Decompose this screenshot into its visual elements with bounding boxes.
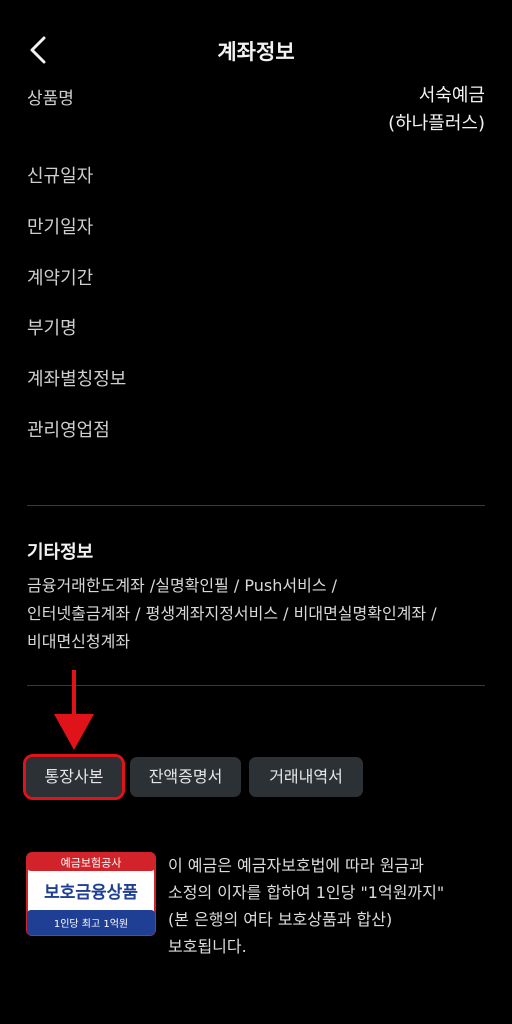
badge-bottom-text: 1인당 최고 1억원	[54, 918, 128, 930]
maturity-date-label: 만기일자	[27, 217, 94, 238]
balance-certificate-button[interactable]: 잔액증명서	[130, 757, 241, 797]
managing-branch-label: 관리영업점	[27, 420, 110, 441]
badge-top-text: 예금보험공사	[61, 857, 122, 870]
deposit-protection-badge: 예금보험공사 보호금융상품 1인당 최고 1억원	[26, 852, 156, 936]
product-name-label: 상품명	[27, 89, 74, 109]
product-name-value: 서숙예금 (하나플러스)	[285, 82, 485, 138]
protection-line: 소정의 이자를 합하여 1인당 "1억원까지"	[168, 883, 445, 902]
account-nickname-label: 계좌별칭정보	[27, 369, 127, 390]
passbook-copy-button[interactable]: 통장사본	[23, 754, 125, 800]
divider	[27, 505, 485, 506]
page-title: 계좌정보	[217, 40, 295, 64]
etc-info-line: 금융거래한도계좌 /실명확인필 / Push서비스 /	[27, 576, 338, 595]
product-name-line1: 서숙예금	[418, 85, 485, 106]
product-name-line2: (하나플러스)	[388, 113, 485, 134]
memo-name-label: 부기명	[27, 318, 77, 339]
etc-info-line: 인터넷출금계좌 / 평생계좌지정서비스 / 비대면실명확인계좌 /	[27, 604, 437, 623]
etc-info-text: 금융거래한도계좌 /실명확인필 / Push서비스 / 인터넷출금계좌 / 평생…	[27, 572, 497, 656]
protection-line: (본 은행의 여타 보호상품과 합산)	[168, 910, 393, 929]
etc-info-title: 기타정보	[27, 542, 94, 563]
transaction-history-button[interactable]: 거래내역서	[249, 757, 363, 797]
etc-info-line: 비대면신청계좌	[27, 632, 131, 651]
contract-period-label: 계약기간	[27, 268, 94, 289]
deposit-protection-notice: 이 예금은 예금자보호법에 따라 원금과 소정의 이자를 합하여 1인당 "1억…	[168, 852, 498, 960]
open-date-label: 신규일자	[27, 166, 94, 187]
arrow-down-icon	[54, 670, 94, 750]
protection-line: 보호됩니다.	[168, 937, 247, 956]
badge-main-text: 보호금융상품	[44, 883, 138, 903]
protection-line: 이 예금은 예금자보호법에 따라 원금과	[168, 856, 424, 875]
